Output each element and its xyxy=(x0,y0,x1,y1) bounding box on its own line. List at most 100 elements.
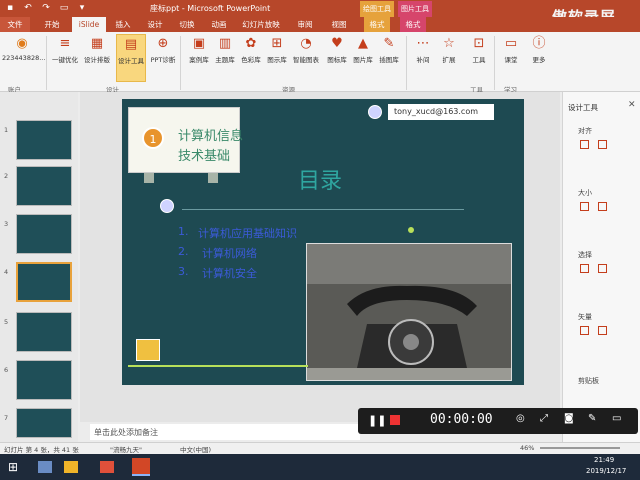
tools-button[interactable]: ⊡ 工具 xyxy=(466,34,492,82)
close-pane-icon[interactable]: ✕ xyxy=(628,100,636,110)
pen-icon[interactable]: ✎ xyxy=(588,413,596,424)
picture-icon: ▲ xyxy=(358,36,368,51)
menu-item-number: 1. xyxy=(178,225,189,238)
thumb-number: 4 xyxy=(4,268,9,276)
menu-item-number: 2. xyxy=(178,245,189,258)
email-logo-icon xyxy=(368,105,382,119)
design-tools-button[interactable]: ▤ 设计工具 xyxy=(116,34,146,82)
select-same-icon[interactable] xyxy=(598,264,607,273)
case-icon: ▣ xyxy=(192,36,206,51)
layout-icon: ▦ xyxy=(90,36,104,51)
classroom-button[interactable]: ▭ 课堂 xyxy=(498,34,524,82)
menu-item[interactable]: 计算机安全 xyxy=(202,265,257,281)
slide-thumbnail[interactable] xyxy=(16,312,72,352)
icon-library-button[interactable]: ♥ 图标库 xyxy=(324,34,350,82)
vector-split-icon[interactable] xyxy=(598,326,607,335)
picture-library-button[interactable]: ▲ 图片库 xyxy=(350,34,376,82)
tab-file[interactable]: 文件 xyxy=(0,17,30,32)
clock-date: 2019/12/17 xyxy=(586,467,627,475)
window-title: 座标ppt - Microsoft PowerPoint xyxy=(150,4,271,13)
slide-thumbnail[interactable] xyxy=(16,120,72,160)
ribbon-separator xyxy=(180,36,181,90)
classroom-icon: ▭ xyxy=(504,36,518,51)
status-slide-info: 幻灯片 第 4 张，共 41 张 xyxy=(4,446,79,454)
align-left-icon[interactable] xyxy=(580,140,589,149)
slide-thumbnail-selected[interactable] xyxy=(16,262,72,302)
minimize-recorder-icon[interactable]: ▭ xyxy=(612,413,621,424)
chart-icon: ◔ xyxy=(300,36,312,51)
optimize-icon: ≡ xyxy=(59,36,71,51)
tab-design[interactable]: 设计 xyxy=(142,17,168,32)
slide-thumbnail[interactable] xyxy=(16,214,72,254)
stop-icon[interactable] xyxy=(390,415,400,425)
slide-thumbnail[interactable] xyxy=(16,166,72,206)
chrome-icon[interactable] xyxy=(100,461,114,473)
pause-icon[interactable]: ❚❚ xyxy=(368,414,386,427)
save-icon[interactable]: ▪ xyxy=(4,2,16,14)
align-center-icon[interactable] xyxy=(598,140,607,149)
tab-transitions[interactable]: 切换 xyxy=(174,17,200,32)
undo-icon[interactable]: ↶ xyxy=(22,2,34,14)
ppt-diagnose-button[interactable]: ⊕ PPT诊断 xyxy=(150,34,176,82)
slide-thumbnail[interactable] xyxy=(16,408,72,438)
card-peg xyxy=(208,173,218,183)
windows-start-icon[interactable]: ⊞ xyxy=(8,460,18,474)
illustration-library-button[interactable]: ✎ 插图库 xyxy=(376,34,402,82)
telephone-illustration xyxy=(307,244,511,380)
menu-item[interactable]: 计算机应用基础知识 xyxy=(198,225,297,241)
tab-islide[interactable]: iSlide xyxy=(72,17,106,32)
more-button[interactable]: ⓘ 更多 xyxy=(526,34,552,82)
fullscreen-icon[interactable]: ⤢ xyxy=(540,413,548,424)
redo-icon[interactable]: ↷ xyxy=(40,2,52,14)
tab-format-picture[interactable]: 格式 xyxy=(400,17,426,32)
account-button[interactable]: ◉ 223443828... xyxy=(2,34,45,82)
same-height-icon[interactable] xyxy=(598,202,607,211)
telephone-photo[interactable] xyxy=(306,243,512,381)
select-similar-icon[interactable] xyxy=(580,264,589,273)
zoom-level[interactable]: 46% xyxy=(520,444,534,452)
present-icon[interactable]: ▭ xyxy=(58,2,70,14)
section-align: 对齐 xyxy=(578,127,592,135)
extend-button[interactable]: ☆ 扩展 xyxy=(436,34,462,82)
tab-format-drawing[interactable]: 格式 xyxy=(364,17,390,32)
current-slide[interactable]: 1 计算机信息 技术基础 tony_xucd@163.com 目录 1. 计算机… xyxy=(122,99,524,385)
zoom-slider[interactable] xyxy=(540,447,620,449)
tab-slideshow[interactable]: 幻灯片放映 xyxy=(238,17,284,32)
file-explorer-icon[interactable] xyxy=(64,461,78,473)
recording-timer: 00:00:00 xyxy=(430,412,493,427)
diagnose-icon: ⊕ xyxy=(157,36,169,51)
thumb-number: 5 xyxy=(4,318,9,326)
camera-toggle-icon[interactable]: ◎ xyxy=(516,413,525,424)
decorative-dot xyxy=(408,227,414,233)
card-title-line2: 技术基础 xyxy=(178,149,231,164)
pane-title: 设计工具 xyxy=(568,103,598,112)
palette-icon: ✿ xyxy=(245,36,257,51)
tab-review[interactable]: 审阅 xyxy=(292,17,318,32)
same-width-icon[interactable] xyxy=(580,202,589,211)
tween-button[interactable]: ⋯ 补间 xyxy=(410,34,436,82)
notes-field[interactable]: 单击此处添加备注 xyxy=(90,424,360,440)
menu-item[interactable]: 计算机网络 xyxy=(202,245,257,261)
case-library-button[interactable]: ▣ 案例库 xyxy=(186,34,212,82)
tab-home[interactable]: 开始 xyxy=(38,17,66,32)
vector-merge-icon[interactable] xyxy=(580,326,589,335)
menu-item-number: 3. xyxy=(178,265,189,278)
tab-insert[interactable]: 插入 xyxy=(110,17,136,32)
diagram-library-button[interactable]: ⊞ 图示库 xyxy=(264,34,290,82)
theme-library-button[interactable]: ▥ 主题库 xyxy=(212,34,238,82)
powerpoint-taskbar-icon[interactable] xyxy=(132,458,150,476)
smart-chart-button[interactable]: ◔ 智能图表 xyxy=(290,34,322,82)
title-bar xyxy=(0,0,640,17)
one-click-optimize-button[interactable]: ≡ 一键优化 xyxy=(52,34,78,82)
clock-time: 21:49 xyxy=(594,456,615,464)
slide-thumbnail[interactable] xyxy=(16,360,72,400)
status-language[interactable]: 中文(中国) xyxy=(180,444,211,454)
theme-icon: ▥ xyxy=(218,36,232,51)
tab-animations[interactable]: 动画 xyxy=(206,17,232,32)
customize-toolbar-icon[interactable]: ▾ xyxy=(76,2,88,14)
screenshot-icon[interactable]: ◙ xyxy=(564,413,574,424)
design-layout-button[interactable]: ▦ 设计排版 xyxy=(84,34,110,82)
tab-view[interactable]: 视图 xyxy=(326,17,352,32)
color-library-button[interactable]: ✿ 色彩库 xyxy=(238,34,264,82)
task-view-icon[interactable] xyxy=(38,461,52,473)
